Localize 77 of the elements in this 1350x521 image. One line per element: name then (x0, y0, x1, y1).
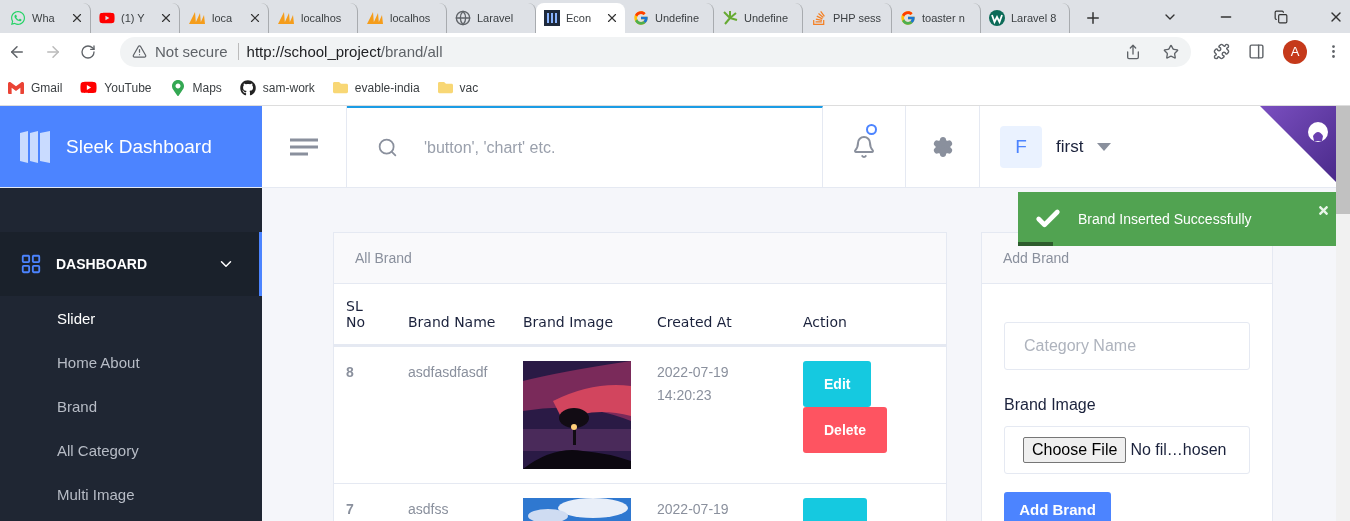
table-cell: asdfasdfasdf (396, 345, 511, 484)
close-icon[interactable] (159, 11, 173, 25)
column-header: Action (791, 284, 946, 346)
choose-file-button[interactable]: Choose File (1023, 437, 1127, 463)
play-icon (80, 79, 98, 96)
folder-icon (332, 80, 348, 95)
sidebar-item[interactable]: Multi Image (0, 472, 262, 516)
mail-icon (8, 79, 24, 96)
play-icon (99, 10, 115, 26)
category-name-field[interactable]: Category Name (1004, 322, 1250, 370)
bookmark[interactable]: evable-india (332, 80, 420, 95)
search-icon (377, 137, 398, 158)
warning-icon (132, 44, 147, 59)
new-tab-icon[interactable] (1084, 9, 1102, 27)
file-status: No fil…hosen (1130, 441, 1227, 459)
logo-icon (18, 128, 52, 165)
settings-icon[interactable] (931, 135, 954, 158)
column-header: Brand Name (396, 284, 511, 346)
bell-icon[interactable] (852, 134, 876, 159)
map-pin-icon (169, 79, 186, 96)
google-icon (633, 10, 649, 26)
sidebar-item[interactable]: Brand (0, 384, 262, 428)
close-icon[interactable] (70, 11, 84, 25)
user-name[interactable]: first (1056, 136, 1084, 157)
menu-icon[interactable] (290, 137, 318, 156)
starburst-icon (722, 10, 738, 26)
sidebar-item[interactable]: Slider (0, 296, 262, 340)
side-panel-icon[interactable] (1248, 43, 1265, 60)
column-header: Brand Image (511, 284, 645, 346)
sail-logo-icon (277, 10, 295, 26)
w-logo-icon (989, 10, 1005, 26)
toast-message: Brand Inserted Successfully (1078, 211, 1253, 227)
table-cell: 2022-07-19 14:20:23 (645, 345, 791, 484)
sidebar-item[interactable]: Home About (0, 340, 262, 384)
table-cell: asdfss (396, 483, 511, 521)
restore-icon[interactable] (1274, 10, 1288, 24)
bookmark[interactable]: sam-work (239, 79, 315, 96)
table-cell: 8 (334, 345, 396, 484)
grid-icon (20, 253, 42, 275)
cat-logo-icon (239, 79, 256, 96)
sail-logo-icon (188, 10, 206, 26)
share-icon[interactable] (1125, 43, 1141, 60)
bars-logo-icon (544, 10, 560, 26)
star-icon[interactable] (1163, 43, 1179, 60)
address-bar[interactable]: Not secure http://school_project/brand/all (120, 36, 1191, 67)
google-icon (900, 10, 916, 26)
profile-avatar[interactable]: A (1283, 39, 1307, 64)
browser-tab[interactable]: Econ (536, 3, 625, 33)
bookmark[interactable]: Gmail (8, 79, 63, 96)
globe-icon (455, 10, 471, 26)
caret-icon[interactable] (1097, 142, 1112, 151)
brand-name: Sleek Dashboard (66, 135, 212, 158)
github-corner[interactable] (1260, 106, 1336, 182)
sidebar-item[interactable]: All Category (0, 428, 262, 472)
card-title: All Brand (355, 250, 412, 266)
stack-icon (811, 10, 827, 26)
close-icon[interactable] (248, 11, 262, 25)
scrollbar[interactable] (1336, 106, 1350, 521)
sidebar-menu-header[interactable]: DASHBOARD (0, 232, 262, 296)
folder-icon (437, 80, 453, 95)
bookmark[interactable]: vac (437, 80, 479, 95)
bookmark[interactable]: Maps (169, 79, 222, 96)
chat-app-icon (10, 10, 26, 26)
table-cell: 7 (334, 483, 396, 521)
table-cell: 2022-07-19 (645, 483, 791, 521)
security-label: Not secure (155, 43, 239, 60)
bookmark[interactable]: YouTube (80, 79, 152, 96)
sail-logo-icon (366, 10, 384, 26)
file-field[interactable]: Choose File No fil…hosen (1004, 426, 1250, 474)
field-label: Brand Image (1004, 396, 1097, 414)
close-icon[interactable] (605, 11, 619, 25)
extensions-icon[interactable] (1213, 43, 1230, 60)
url-text: http://school_project/brand/all (246, 43, 444, 60)
reload-icon[interactable] (80, 43, 96, 60)
column-header: Created At (645, 284, 791, 346)
card-title: Add Brand (1003, 250, 1070, 266)
column-header: SL No (334, 284, 396, 346)
